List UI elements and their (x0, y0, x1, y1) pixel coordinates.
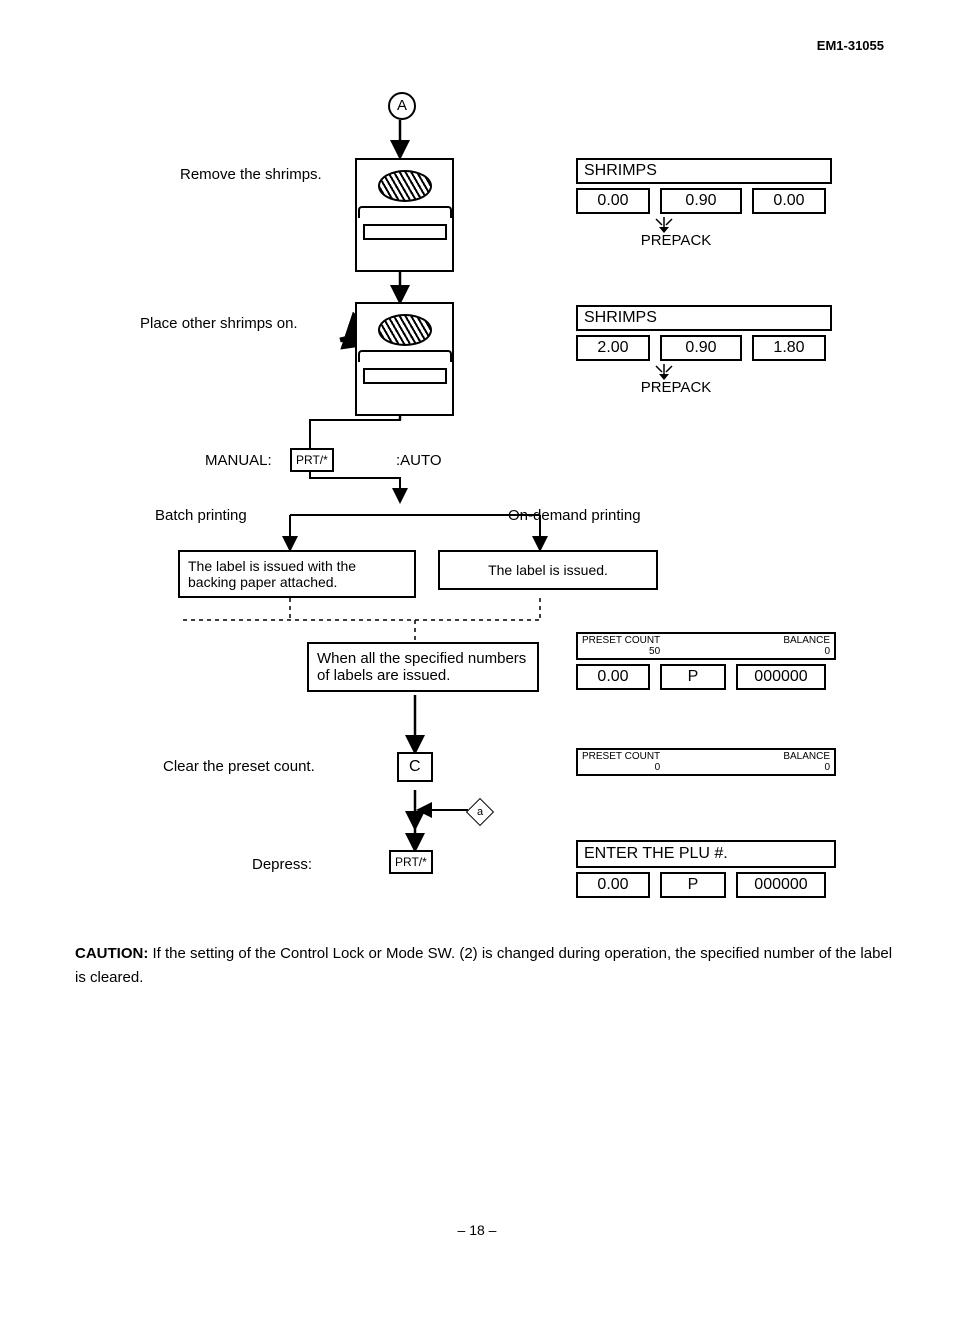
step-place-other: Place other shrimps on. (140, 315, 298, 332)
lcd1-v1: 0.00 (576, 188, 650, 214)
step-depress: Depress: (252, 856, 312, 873)
key-c: C (397, 752, 433, 782)
lcd4-balance-label: BALANCE (783, 751, 830, 762)
mode-manual-label: MANUAL: (205, 452, 272, 469)
join-a-label: a (471, 803, 489, 821)
box-ondemand: The label is issued. (438, 550, 658, 590)
lcd3-balance-val: 0 (783, 646, 830, 657)
lcd2-v1: 2.00 (576, 335, 650, 361)
scale-illus-1 (355, 158, 454, 272)
lcd-2: SHRIMPS 2.00 0.90 1.80 PREPACK (576, 305, 832, 396)
lcd1-title: SHRIMPS (576, 158, 832, 184)
page-number: – 18 – (0, 1222, 954, 1238)
document-id: EM1-31055 (817, 38, 884, 53)
key-prt-2: PRT/* (389, 850, 433, 874)
lcd5-v3: 000000 (736, 872, 826, 898)
document-page: EM1-31055 (0, 0, 954, 1333)
lcd1-v2: 0.90 (660, 188, 742, 214)
branch-batch-label: Batch printing (155, 507, 247, 524)
join-a: a (466, 798, 494, 826)
mode-auto-label: :AUTO (396, 452, 442, 469)
lcd4-balance-val: 0 (783, 762, 830, 773)
caution-block: CAUTION: If the setting of the Control L… (75, 942, 894, 990)
scale-tray (358, 206, 452, 218)
scale-tray (358, 350, 452, 362)
step-remove-shrimps: Remove the shrimps. (180, 166, 322, 183)
lcd3-preset-val: 50 (582, 646, 660, 657)
caution-text: If the setting of the Control Lock or Mo… (75, 945, 892, 986)
lcd5-v1: 0.00 (576, 872, 650, 898)
scale-base (363, 224, 447, 240)
lcd4-preset-label: PRESET COUNT (582, 751, 660, 762)
lcd2-v2: 0.90 (660, 335, 742, 361)
lcd3-balance-label: BALANCE (783, 635, 830, 646)
shrimp-icon (378, 170, 432, 202)
scale-illus-2 (355, 302, 454, 416)
key-prt-1: PRT/* (290, 448, 334, 472)
lcd3-v3: 000000 (736, 664, 826, 690)
lcd2-v3: 1.80 (752, 335, 826, 361)
lcd-5: ENTER THE PLU #. 0.00 P 000000 (576, 840, 836, 898)
node-a: A (388, 92, 416, 120)
lcd3-preset-label: PRESET COUNT (582, 635, 660, 646)
lcd5-title: ENTER THE PLU #. (576, 840, 836, 868)
lcd-4: PRESET COUNT 0 BALANCE 0 (576, 748, 836, 776)
lcd2-title: SHRIMPS (576, 305, 832, 331)
lcd4-preset-val: 0 (582, 762, 660, 773)
caution-label: CAUTION: (75, 945, 148, 962)
lcd3-v2: P (660, 664, 726, 690)
box-specified: When all the specified numbers of labels… (307, 642, 539, 692)
lcd3-v1: 0.00 (576, 664, 650, 690)
branch-ondemand-label: On-demand printing (508, 507, 641, 524)
lcd2-mode: PREPACK (520, 379, 832, 396)
lcd-1: SHRIMPS 0.00 0.90 0.00 PREPACK (576, 158, 832, 249)
lcd-3: PRESET COUNT 50 BALANCE 0 0.00 P 000000 (576, 632, 836, 690)
lcd5-v2: P (660, 872, 726, 898)
shrimp-icon (378, 314, 432, 346)
scale-base (363, 368, 447, 384)
lcd1-mode: PREPACK (520, 232, 832, 249)
lcd1-v3: 0.00 (752, 188, 826, 214)
box-batch: The label is issued with the backing pap… (178, 550, 416, 598)
step-clear-preset: Clear the preset count. (163, 758, 315, 775)
